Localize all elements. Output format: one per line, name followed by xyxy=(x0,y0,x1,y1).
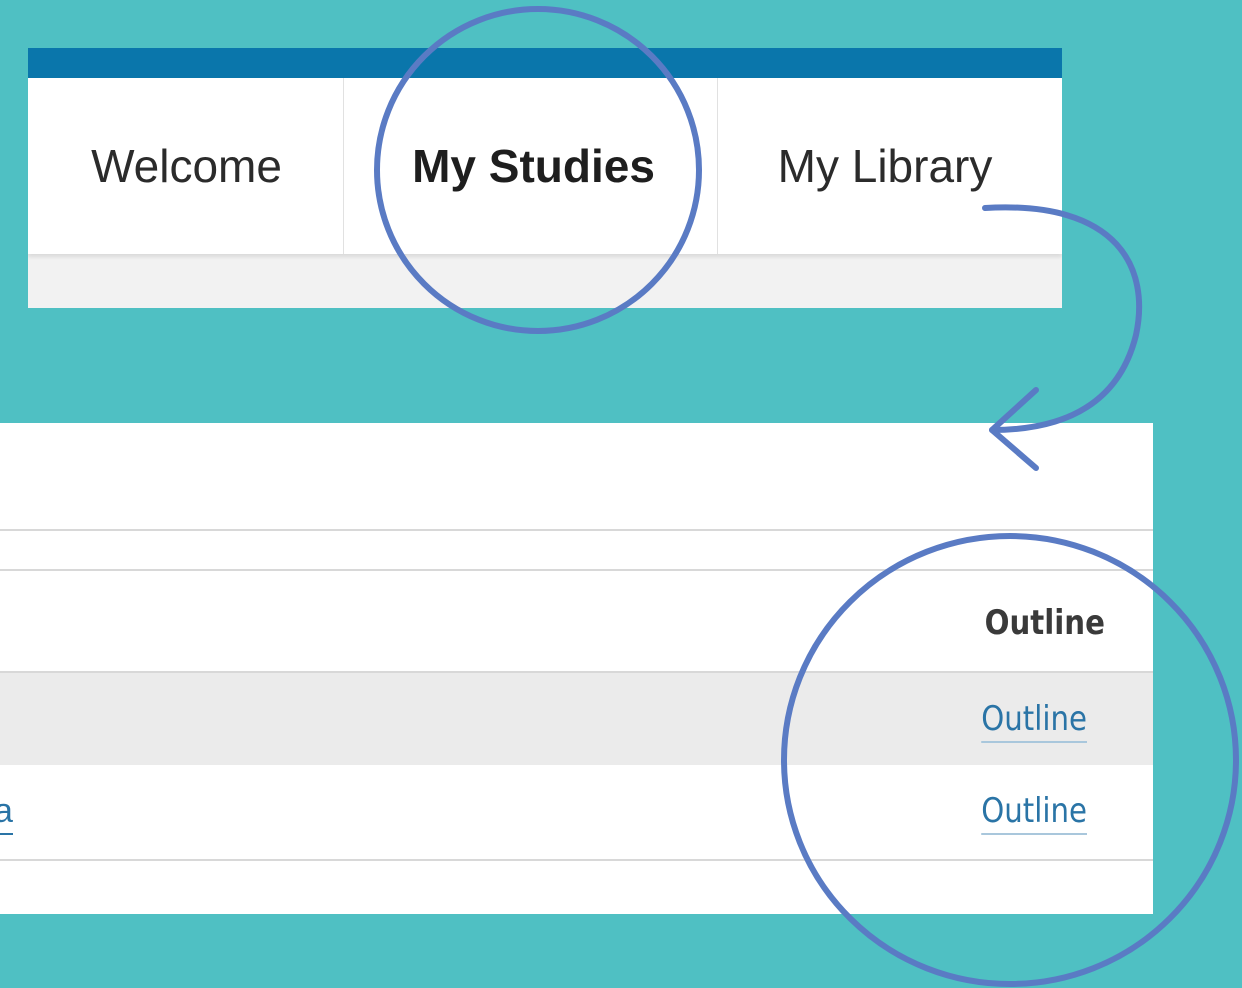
tab-my-library[interactable]: My Library xyxy=(718,78,1062,254)
tab-my-library-label: My Library xyxy=(777,140,993,192)
navigation-panel: Welcome My Studies My Library xyxy=(28,48,1062,308)
nav-top-bar xyxy=(28,48,1062,78)
courses-table-panel: Outline Outline a Outline xyxy=(0,423,1153,914)
table-divider xyxy=(0,859,1153,861)
tab-welcome-label: Welcome xyxy=(91,140,282,192)
tab-welcome[interactable]: Welcome xyxy=(28,78,344,254)
table-header-row: Outline xyxy=(0,573,1153,671)
nav-tab-strip: Welcome My Studies My Library xyxy=(28,78,1062,254)
outline-link[interactable]: Outline xyxy=(981,789,1087,835)
table-divider xyxy=(0,569,1153,571)
table-divider xyxy=(0,529,1153,531)
tab-my-studies-label: My Studies xyxy=(412,140,655,192)
course-name-link[interactable]: a xyxy=(0,789,13,835)
table-row: Outline xyxy=(0,673,1153,765)
tab-my-studies[interactable]: My Studies xyxy=(344,78,718,254)
table-row: a Outline xyxy=(0,765,1153,859)
outline-column-header: Outline xyxy=(984,603,1105,643)
outline-link[interactable]: Outline xyxy=(981,697,1087,743)
